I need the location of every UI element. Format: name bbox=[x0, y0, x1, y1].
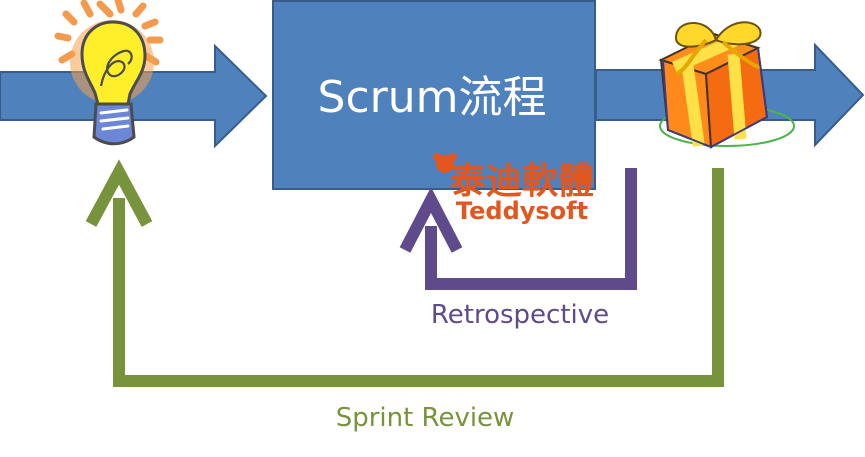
sprint-review-label: Sprint Review bbox=[336, 403, 515, 433]
scrum-diagram: Scrum流程 Sprint Review Retrospective 泰迪軟體… bbox=[0, 0, 865, 433]
watermark-logo: 泰迪軟體 Teddysoft bbox=[433, 153, 594, 225]
retrospective-label: Retrospective bbox=[431, 300, 609, 330]
watermark-chinese-name: 泰迪軟體 bbox=[450, 161, 594, 202]
watermark-english-name: Teddysoft bbox=[456, 197, 588, 225]
lightbulb-icon bbox=[54, 0, 164, 146]
scrum-process-title: Scrum流程 bbox=[318, 72, 547, 123]
